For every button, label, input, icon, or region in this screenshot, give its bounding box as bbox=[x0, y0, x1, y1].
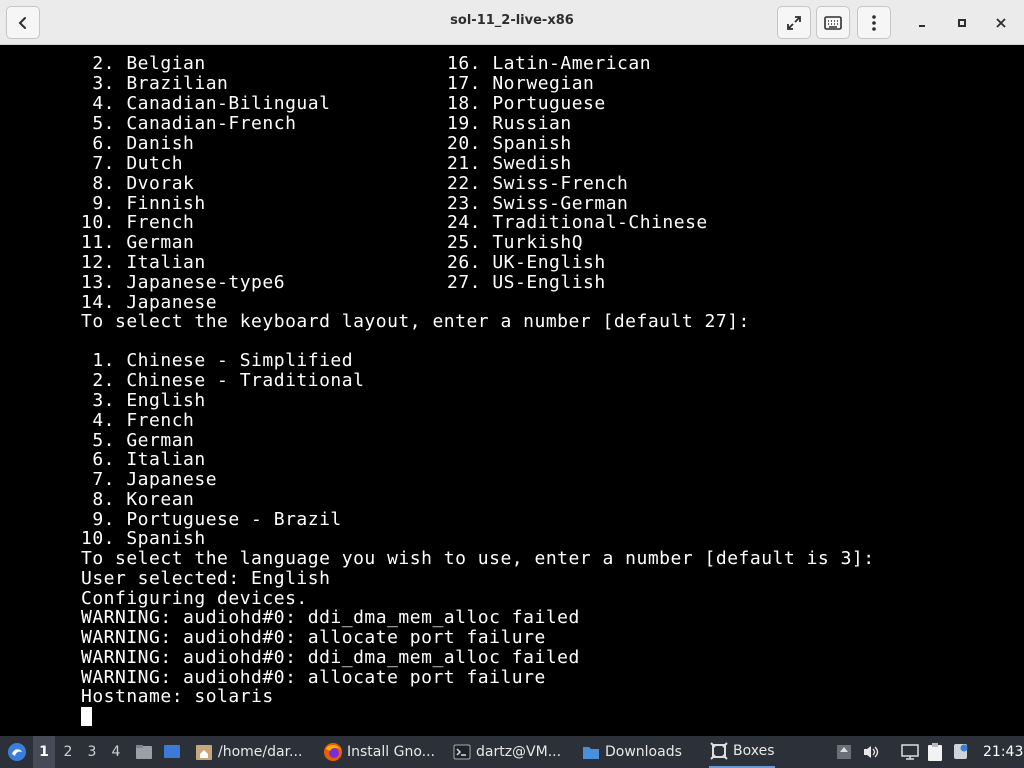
task-firefox[interactable]: Install Gno... bbox=[323, 736, 435, 768]
console-line: 9. Finnish bbox=[81, 193, 206, 214]
console-line: Configuring devices. bbox=[81, 588, 308, 609]
console-line: 22. Swiss-French bbox=[447, 173, 629, 194]
boxes-icon bbox=[710, 742, 728, 760]
console-line: WARNING: audiohd#0: ddi_dma_mem_alloc fa… bbox=[81, 607, 580, 628]
maximize-button[interactable] bbox=[949, 10, 975, 36]
console-line: 16. Latin-American bbox=[447, 53, 652, 74]
network-status[interactable] bbox=[900, 736, 920, 768]
console-line: Hostname: solaris bbox=[81, 686, 274, 707]
task-terminal[interactable]: dartz@VM... bbox=[452, 736, 561, 768]
workspace-2[interactable]: 2 bbox=[57, 736, 79, 768]
task-label: Downloads bbox=[605, 744, 682, 760]
keyboard-icon bbox=[824, 15, 842, 30]
workspace-3[interactable]: 3 bbox=[81, 736, 103, 768]
clipboard-icon bbox=[928, 743, 942, 761]
taskbar: 1 2 3 4 /home/dar... Install Gno... dart… bbox=[0, 736, 1024, 768]
folder-icon bbox=[583, 747, 599, 759]
console-line: 18. Portuguese bbox=[447, 93, 606, 114]
notification-icon bbox=[954, 744, 968, 759]
console-line: To select the keyboard layout, enter a n… bbox=[81, 311, 750, 332]
desktop-launcher[interactable] bbox=[162, 736, 182, 768]
console-line: 25. TurkishQ bbox=[447, 232, 584, 253]
console-line: WARNING: audiohd#0: allocate port failur… bbox=[81, 627, 546, 648]
console-line: To select the language you wish to use, … bbox=[81, 548, 875, 569]
system-tray-updates[interactable] bbox=[836, 736, 852, 768]
console-line: 6. Danish bbox=[81, 133, 195, 154]
volume-control[interactable] bbox=[862, 736, 880, 768]
console-line: 19. Russian bbox=[447, 113, 572, 134]
window-titlebar: sol-11_2-live-x86 bbox=[0, 0, 1024, 45]
console-line: 3. English bbox=[81, 390, 206, 411]
folder-home-icon bbox=[196, 745, 212, 760]
start-menu-button[interactable] bbox=[4, 736, 30, 768]
console-line: User selected: English bbox=[81, 568, 331, 589]
show-desktop-icon bbox=[164, 745, 180, 758]
console-line: 10. Spanish bbox=[81, 528, 206, 549]
back-button[interactable] bbox=[6, 6, 40, 39]
task-home-folder[interactable]: /home/dar... bbox=[194, 736, 302, 768]
console-line: 26. UK-English bbox=[447, 252, 606, 273]
console-line: 8. Korean bbox=[81, 489, 195, 510]
task-label: dartz@VM... bbox=[476, 744, 562, 760]
firefox-icon bbox=[324, 743, 342, 761]
console-line: 21. Swedish bbox=[447, 153, 572, 174]
console-line: 12. Italian bbox=[81, 252, 206, 273]
task-boxes[interactable]: Boxes bbox=[709, 736, 775, 768]
console-line: 11. German bbox=[81, 232, 195, 253]
close-button[interactable] bbox=[988, 10, 1014, 36]
window-title: sol-11_2-live-x86 bbox=[450, 13, 574, 28]
console-line: 23. Swiss-German bbox=[447, 193, 629, 214]
clipboard-manager[interactable] bbox=[926, 736, 944, 768]
console-line: 10. French bbox=[81, 212, 195, 233]
workspace-1[interactable]: 1 bbox=[33, 736, 55, 768]
console-line: 13. Japanese-type6 bbox=[81, 272, 286, 293]
console-line: 14. Japanese bbox=[81, 292, 218, 313]
close-icon bbox=[996, 18, 1006, 28]
fullscreen-button[interactable] bbox=[777, 6, 811, 39]
menu-button[interactable] bbox=[857, 6, 891, 39]
console-line: 2. Belgian bbox=[81, 53, 206, 74]
console-line: 2. Chinese - Traditional bbox=[81, 370, 365, 391]
console-line: 5. German bbox=[81, 430, 195, 451]
clock[interactable]: 21:43 bbox=[983, 736, 1023, 768]
console-line: 7. Japanese bbox=[81, 469, 218, 490]
console-line: 4. Canadian-Bilingual bbox=[81, 93, 331, 114]
keyboard-button[interactable] bbox=[816, 6, 850, 39]
text-cursor bbox=[81, 707, 92, 726]
workspace-4[interactable]: 4 bbox=[105, 736, 127, 768]
distro-logo-icon bbox=[8, 743, 26, 761]
console-line: 20. Spanish bbox=[447, 133, 572, 154]
task-label: Boxes bbox=[733, 743, 775, 759]
console-line: 7. Dutch bbox=[81, 153, 184, 174]
console-line: 5. Canadian-French bbox=[81, 113, 297, 134]
console-line: 4. French bbox=[81, 410, 195, 431]
network-wired-icon bbox=[901, 744, 919, 760]
task-label: Install Gno... bbox=[347, 744, 435, 760]
maximize-icon bbox=[958, 19, 966, 27]
kebab-menu-icon bbox=[872, 14, 876, 31]
terminal-icon bbox=[453, 744, 471, 760]
files-launcher[interactable] bbox=[134, 736, 154, 768]
vm-console[interactable]: 2. Belgian 3. Brazilian 4. Canadian-Bili… bbox=[0, 46, 1024, 736]
console-line: 6. Italian bbox=[81, 449, 206, 470]
fullscreen-icon bbox=[787, 15, 801, 30]
console-line: 17. Norwegian bbox=[447, 73, 595, 94]
console-line: 27. US-English bbox=[447, 272, 606, 293]
console-line: 3. Brazilian bbox=[81, 73, 229, 94]
console-line: 24. Traditional-Chinese bbox=[447, 212, 708, 233]
minimize-button[interactable] bbox=[909, 10, 935, 36]
console-line: WARNING: audiohd#0: ddi_dma_mem_alloc fa… bbox=[81, 647, 580, 668]
file-manager-icon bbox=[136, 745, 152, 759]
update-icon bbox=[837, 745, 851, 759]
task-downloads[interactable]: Downloads bbox=[581, 736, 682, 768]
minimize-icon bbox=[919, 25, 925, 27]
chevron-left-icon bbox=[18, 16, 26, 29]
console-line: 8. Dvorak bbox=[81, 173, 195, 194]
volume-icon bbox=[864, 746, 879, 758]
console-line: 1. Chinese - Simplified bbox=[81, 350, 354, 371]
notifications[interactable] bbox=[952, 736, 970, 768]
task-label: /home/dar... bbox=[218, 744, 303, 760]
console-line: WARNING: audiohd#0: allocate port failur… bbox=[81, 667, 546, 688]
console-line: 9. Portuguese - Brazil bbox=[81, 509, 342, 530]
